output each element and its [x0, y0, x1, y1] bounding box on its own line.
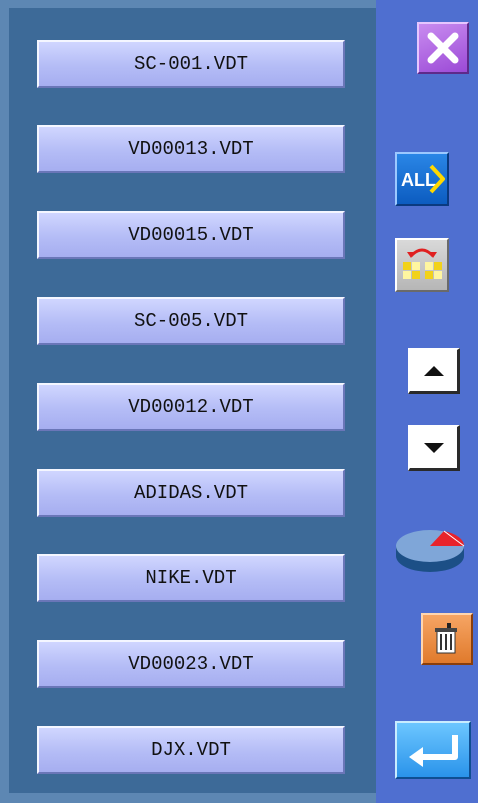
file-button[interactable]: VD00013.VDT [37, 125, 345, 173]
close-x-icon [427, 32, 459, 64]
swap-button[interactable] [395, 238, 449, 292]
file-button[interactable]: VD00015.VDT [37, 211, 345, 259]
trash-can-icon [435, 623, 457, 654]
delete-button[interactable] [421, 613, 473, 665]
scroll-up-button[interactable] [408, 348, 460, 394]
file-button[interactable]: DJX.VDT [37, 726, 345, 774]
arrow-down-icon [423, 442, 444, 453]
file-button[interactable]: SC-005.VDT [37, 297, 345, 345]
file-select-screen: SC-001.VDT VD00013.VDT VD00015.VDT SC-00… [0, 0, 478, 803]
enter-return-icon [409, 735, 458, 767]
file-button[interactable]: VD00023.VDT [37, 640, 345, 688]
file-button[interactable]: VD00012.VDT [37, 383, 345, 431]
memory-usage-button[interactable] [392, 520, 472, 580]
file-button[interactable]: ADIDAS.VDT [37, 469, 345, 517]
right-toolbar [376, 0, 478, 803]
file-button[interactable]: SC-001.VDT [37, 40, 345, 88]
file-list-panel: SC-001.VDT VD00013.VDT VD00015.VDT SC-00… [9, 8, 376, 793]
swap-grid-icon [403, 248, 442, 279]
arrow-up-icon [423, 365, 444, 376]
all-label: ALL [401, 170, 436, 190]
file-button[interactable]: NIKE.VDT [37, 554, 345, 602]
close-button[interactable] [417, 22, 469, 74]
pie-chart-icon [396, 530, 465, 572]
select-all-button[interactable]: ALL [395, 152, 449, 206]
scroll-down-button[interactable] [408, 425, 460, 471]
all-arrow-icon: ALL [401, 164, 445, 194]
enter-button[interactable] [395, 721, 471, 779]
